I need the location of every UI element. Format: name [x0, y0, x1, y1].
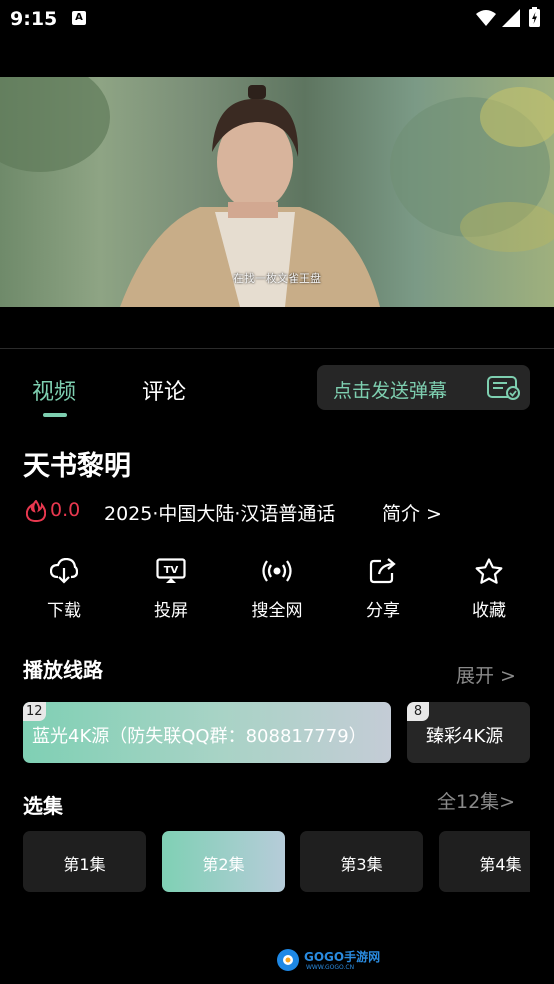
signal-icon	[502, 9, 520, 27]
cast-button[interactable]: TV 投屏	[131, 558, 211, 621]
video-player[interactable]: 在找一枚文雀王盘	[0, 77, 554, 307]
search-web-label: 搜全网	[251, 601, 303, 621]
status-time: 9:15	[10, 8, 58, 30]
share-button[interactable]: 分享	[343, 558, 423, 621]
video-subtitle: 在找一枚文雀王盘	[233, 272, 321, 285]
episode-1[interactable]: 第1集	[23, 831, 146, 892]
danmaku-icon	[487, 376, 520, 400]
search-web-button[interactable]: 搜全网	[237, 558, 317, 621]
show-title: 天书黎明	[23, 451, 131, 482]
battery-icon	[529, 7, 540, 27]
tab-active-indicator	[43, 413, 67, 417]
download-label: 下载	[47, 601, 81, 621]
favorite-button[interactable]: 收藏	[449, 558, 529, 621]
route-item-bluray[interactable]: 12 蓝光4K源（防失联QQ群：808817779）	[23, 702, 391, 763]
wifi-icon	[476, 10, 496, 26]
episode-4[interactable]: 第4集	[439, 831, 530, 892]
watermark-text: GOGO手游网	[304, 950, 381, 964]
watermark-logo: GOGO手游网 WWW.GOGO.CN	[276, 946, 384, 980]
route-label: 臻彩4K源	[426, 726, 504, 747]
route-item-zhencai[interactable]: 8 臻彩4K源	[407, 702, 530, 763]
routes-expand-link[interactable]: 展开 >	[456, 661, 516, 688]
episode-label: 第1集	[63, 855, 106, 874]
download-cloud-icon	[49, 557, 79, 584]
favorite-label: 收藏	[472, 601, 506, 621]
section-divider	[0, 348, 554, 349]
route-count-badge: 12	[23, 702, 46, 721]
download-button[interactable]: 下载	[24, 557, 104, 621]
watermark-url: WWW.GOGO.CN	[306, 964, 355, 971]
fire-icon	[26, 500, 46, 522]
danmaku-label: 点击发送弹幕	[333, 380, 448, 402]
show-meta: 2025·中国大陆·汉语普通话	[104, 503, 336, 525]
episodes-all-link[interactable]: 全12集>	[437, 787, 515, 814]
svg-text:TV: TV	[164, 565, 179, 576]
route-count-badge: 8	[407, 702, 429, 721]
episode-3[interactable]: 第3集	[300, 831, 423, 892]
intro-link[interactable]: 简介 >	[382, 499, 442, 526]
notification-a-icon: A	[72, 11, 86, 25]
broadcast-icon	[262, 560, 292, 582]
episode-2[interactable]: 第2集	[162, 831, 285, 892]
episodes-title: 选集	[23, 794, 63, 818]
send-danmaku-button[interactable]: 点击发送弹幕	[317, 365, 530, 410]
share-icon	[369, 558, 396, 584]
rating-score: 0.0	[50, 499, 81, 521]
star-icon	[475, 558, 503, 584]
episode-label: 第4集	[479, 855, 522, 874]
episode-label: 第2集	[202, 855, 245, 874]
cast-label: 投屏	[154, 601, 188, 621]
status-bar: 9:15 A	[0, 0, 554, 40]
share-label: 分享	[366, 601, 400, 621]
tab-video[interactable]: 视频	[32, 374, 76, 406]
routes-title: 播放线路	[23, 658, 103, 682]
tab-comments[interactable]: 评论	[142, 374, 186, 406]
episode-label: 第3集	[340, 855, 383, 874]
tv-cast-icon: TV	[156, 558, 186, 583]
route-label: 蓝光4K源（防失联QQ群：808817779）	[32, 726, 367, 747]
